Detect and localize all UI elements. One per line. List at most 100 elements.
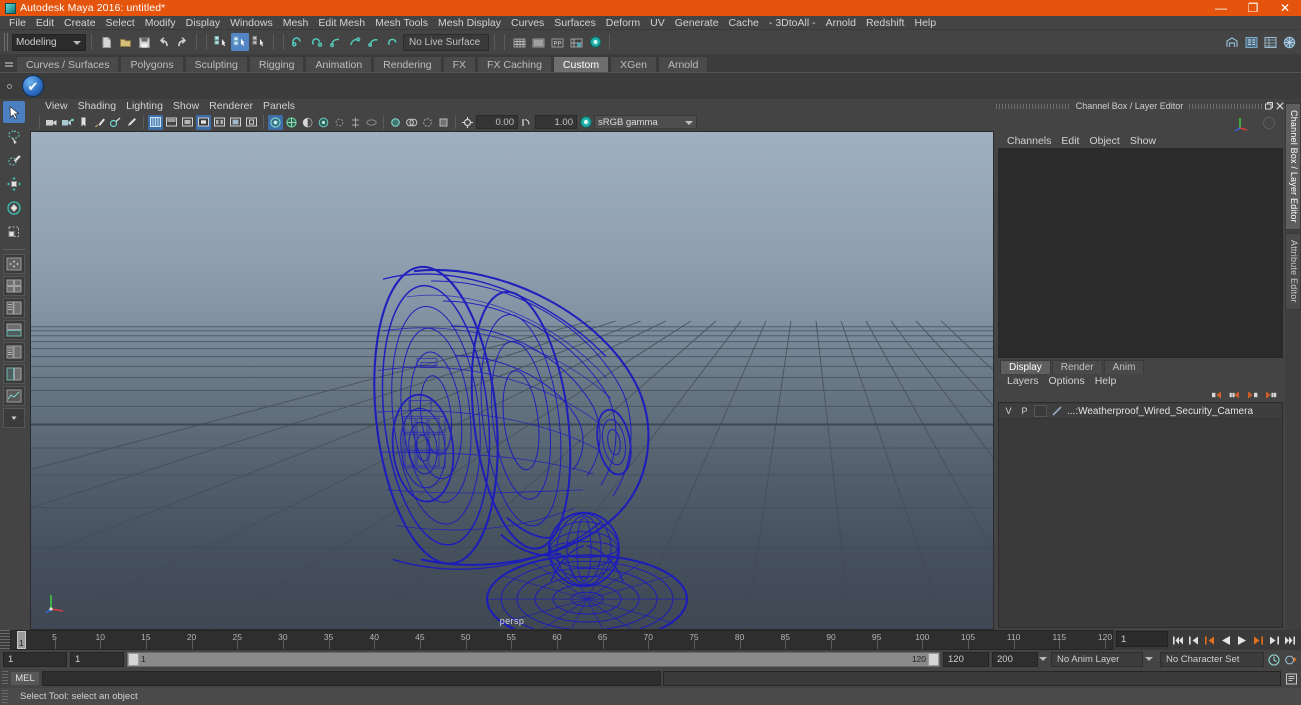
shelf-tab-animation[interactable]: Animation — [305, 56, 373, 72]
select-objects-in-layer-icon[interactable] — [1246, 390, 1259, 401]
menu-edit[interactable]: Edit — [31, 16, 59, 30]
script-editor-icon[interactable] — [1283, 671, 1299, 686]
shelf-tab-fx-caching[interactable]: FX Caching — [477, 56, 552, 72]
shelf-tab-curves-surfaces[interactable]: Curves / Surfaces — [16, 56, 120, 72]
help-line-grip[interactable] — [2, 690, 8, 703]
exposure-field[interactable]: 0.00 — [476, 115, 518, 129]
play-backwards-icon[interactable] — [1219, 632, 1233, 648]
rotate-tool[interactable] — [3, 197, 25, 219]
two-panes-stacked-layout[interactable] — [3, 320, 25, 340]
range-end-field[interactable]: 120 — [943, 652, 989, 667]
color-management-selector[interactable]: sRGB gamma — [594, 115, 697, 129]
maximize-button[interactable]: ❐ — [1237, 0, 1269, 16]
time-slider-cursor[interactable]: 1 — [17, 631, 26, 649]
depth-of-field-icon[interactable] — [364, 115, 379, 130]
menu-mesh-tools[interactable]: Mesh Tools — [370, 16, 433, 30]
panel-menu-panels[interactable]: Panels — [258, 99, 300, 113]
twoD-pan-zoom-icon[interactable] — [108, 115, 123, 130]
save-scene-icon[interactable] — [135, 33, 153, 51]
minimize-button[interactable]: — — [1205, 0, 1237, 16]
scale-tool[interactable] — [3, 221, 25, 243]
auto-keyframe-icon[interactable] — [1267, 652, 1281, 668]
exposure-icon[interactable] — [460, 115, 475, 130]
paint-select-tool[interactable] — [3, 149, 25, 171]
use-all-lights-icon[interactable] — [284, 115, 299, 130]
new-layer-icon[interactable] — [1210, 390, 1223, 401]
range-bar[interactable]: 1 120 — [127, 652, 940, 667]
select-camera-icon[interactable] — [44, 115, 59, 130]
command-input[interactable] — [42, 671, 661, 686]
layer-visibility-toggle[interactable]: V — [1002, 405, 1015, 417]
select-by-object-type-icon[interactable] — [231, 33, 249, 51]
layer-editor-layer-list[interactable]: V P ...:Weatherproof_Wired_Security_Came… — [998, 402, 1283, 628]
step-back-frame-icon[interactable] — [1187, 632, 1201, 648]
single-perspective-layout[interactable] — [3, 254, 25, 274]
step-back-key-icon[interactable] — [1203, 632, 1217, 648]
mask-dynamics-icon[interactable] — [384, 33, 402, 51]
layer-tab-anim[interactable]: Anim — [1103, 360, 1145, 374]
add-selected-to-layer-icon[interactable] — [1264, 390, 1277, 401]
gamma-icon[interactable] — [519, 115, 534, 130]
status-line-grip[interactable] — [4, 33, 9, 51]
image-plane-icon[interactable] — [92, 115, 107, 130]
shelf-tab-xgen[interactable]: XGen — [610, 56, 657, 72]
xray-active-components-icon[interactable] — [436, 115, 451, 130]
smooth-shade-all-icon[interactable] — [164, 115, 179, 130]
range-start-field[interactable]: 1 — [70, 652, 124, 667]
channel-box-menu-channels[interactable]: Channels — [1002, 134, 1056, 148]
three-panes-layout[interactable] — [3, 342, 25, 362]
layer-menu-help[interactable]: Help — [1090, 374, 1122, 388]
layer-menu-options[interactable]: Options — [1044, 374, 1090, 388]
channel-box-menu-show[interactable]: Show — [1125, 134, 1161, 148]
xray-joints-icon[interactable] — [420, 115, 435, 130]
layer-color-swatch[interactable] — [1050, 405, 1064, 417]
shelf-tab-handle[interactable] — [2, 54, 16, 72]
layer-playback-toggle[interactable]: P — [1018, 405, 1031, 417]
animation-preferences-icon[interactable] — [1284, 652, 1298, 668]
panel-menu-show[interactable]: Show — [168, 99, 204, 113]
menu-arnold[interactable]: Arnold — [821, 16, 861, 30]
undo-icon[interactable] — [154, 33, 172, 51]
show-hide-modeling-toolkit-icon[interactable] — [1280, 33, 1298, 51]
wireframe-icon[interactable] — [148, 114, 163, 130]
textured-icon[interactable] — [228, 115, 243, 130]
shadows-icon[interactable] — [300, 115, 315, 130]
channel-box-menu-object[interactable]: Object — [1084, 134, 1124, 148]
xray-icon[interactable] — [404, 115, 419, 130]
range-bar-start-handle[interactable] — [128, 653, 139, 666]
move-tool[interactable] — [3, 173, 25, 195]
close-icon[interactable] — [1274, 101, 1285, 112]
mask-handles-icon[interactable] — [289, 33, 307, 51]
live-surface-field[interactable]: No Live Surface — [403, 33, 489, 51]
menu-curves[interactable]: Curves — [506, 16, 549, 30]
panel-menu-shading[interactable]: Shading — [73, 99, 122, 113]
shelf-tab-polygons[interactable]: Polygons — [120, 56, 184, 72]
channel-box-attribute-list[interactable] — [998, 148, 1283, 358]
two-panes-side-layout[interactable] — [3, 298, 25, 318]
menu-display[interactable]: Display — [181, 16, 225, 30]
menu-surfaces[interactable]: Surfaces — [549, 16, 600, 30]
shelf-options-button[interactable] — [2, 73, 16, 100]
layer-name[interactable]: ...:Weatherproof_Wired_Security_Camera — [1067, 406, 1253, 417]
menu-uv[interactable]: UV — [645, 16, 670, 30]
multisample-icon[interactable] — [348, 115, 363, 130]
step-forward-key-icon[interactable] — [1251, 632, 1265, 648]
menu-create[interactable]: Create — [59, 16, 101, 30]
channel-box-menu-edit[interactable]: Edit — [1056, 134, 1084, 148]
smooth-shade-selected-icon[interactable] — [180, 115, 195, 130]
more-layouts[interactable] — [3, 408, 25, 428]
panel-menu-renderer[interactable]: Renderer — [204, 99, 258, 113]
new-layer-from-selected-icon[interactable] — [1228, 390, 1241, 401]
use-default-lighting-icon[interactable] — [268, 114, 283, 130]
new-scene-icon[interactable] — [97, 33, 115, 51]
anim-layer-selector[interactable]: No Anim Layer — [1051, 652, 1143, 667]
layer-menu-layers[interactable]: Layers — [1002, 374, 1044, 388]
persp-graph-layout[interactable] — [3, 386, 25, 406]
mask-curves-icon[interactable] — [327, 33, 345, 51]
command-language-button[interactable]: MEL — [10, 671, 40, 686]
close-button[interactable]: ✕ — [1269, 0, 1301, 16]
menu-windows[interactable]: Windows — [225, 16, 278, 30]
select-by-hierarchy-icon[interactable] — [212, 33, 230, 51]
snap-to-curve-icon[interactable] — [529, 33, 547, 51]
menu-set-selector[interactable]: Modeling — [12, 33, 86, 51]
